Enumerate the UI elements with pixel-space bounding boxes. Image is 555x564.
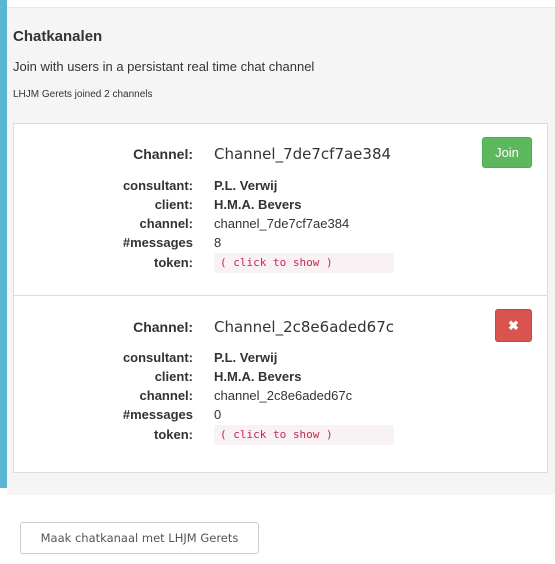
- messages-row: #messages 8: [14, 234, 547, 252]
- token-label: token:: [154, 255, 193, 270]
- consultant-row: consultant: P.L. Verwij: [14, 177, 547, 195]
- channel-id-label: channel:: [139, 216, 193, 231]
- token-reveal[interactable]: ( click to show ): [214, 425, 394, 445]
- messages-count: 8: [214, 235, 222, 250]
- consultant-label: consultant:: [122, 350, 193, 365]
- consultant-value: P.L. Verwij: [214, 350, 278, 365]
- channel-heading-row: Channel: Channel_2c8e6aded67c: [14, 315, 547, 339]
- channel-id-row: channel: channel_2c8e6aded67c: [14, 387, 547, 405]
- channel-card: Channel: Channel_2c8e6aded67c ✖ consulta…: [14, 297, 547, 469]
- token-reveal[interactable]: ( click to show ): [214, 253, 394, 273]
- consultant-label: consultant:: [122, 178, 193, 193]
- page-subtitle: Join with users in a persistant real tim…: [13, 59, 315, 74]
- client-row: client: H.M.A. Bevers: [14, 196, 547, 214]
- create-channel-button[interactable]: Maak chatkanaal met LHJM Gerets: [20, 522, 259, 554]
- join-button[interactable]: Join: [482, 137, 532, 168]
- channel-name: Channel_2c8e6aded67c: [214, 318, 394, 336]
- messages-row: #messages 0: [14, 406, 547, 424]
- messages-count: 0: [214, 407, 222, 422]
- client-value: H.M.A. Bevers: [214, 197, 302, 212]
- consultant-value: P.L. Verwij: [214, 178, 278, 193]
- channel-name: Channel_7de7cf7ae384: [214, 145, 392, 163]
- channel-card: Channel: Channel_7de7cf7ae384 Join consu…: [14, 124, 547, 296]
- page-title: Chatkanalen: [13, 28, 103, 45]
- channel-heading-row: Channel: Channel_7de7cf7ae384: [14, 142, 547, 166]
- delete-channel-button[interactable]: ✖: [495, 309, 532, 342]
- token-label: token:: [154, 427, 193, 442]
- channel-heading-label: Channel:: [133, 146, 193, 162]
- joined-info: LHJM Gerets joined 2 channels: [13, 89, 153, 100]
- consultant-row: consultant: P.L. Verwij: [14, 349, 547, 367]
- channel-id-row: channel: channel_7de7cf7ae384: [14, 215, 547, 233]
- accent-bar: [0, 0, 7, 488]
- client-row: client: H.M.A. Bevers: [14, 368, 547, 386]
- close-icon: ✖: [508, 318, 519, 333]
- messages-label: #messages: [122, 407, 193, 422]
- channel-id-value: channel_7de7cf7ae384: [214, 216, 350, 231]
- channel-heading-label: Channel:: [133, 319, 193, 335]
- channel-list: Channel: Channel_7de7cf7ae384 Join consu…: [13, 123, 548, 473]
- client-value: H.M.A. Bevers: [214, 369, 302, 384]
- token-row: token: ( click to show ): [14, 425, 547, 445]
- channel-id-value: channel_2c8e6aded67c: [214, 388, 353, 403]
- messages-label: #messages: [122, 235, 193, 250]
- client-label: client:: [154, 369, 193, 384]
- channel-id-label: channel:: [139, 388, 193, 403]
- client-label: client:: [154, 197, 193, 212]
- token-row: token: ( click to show ): [14, 253, 547, 273]
